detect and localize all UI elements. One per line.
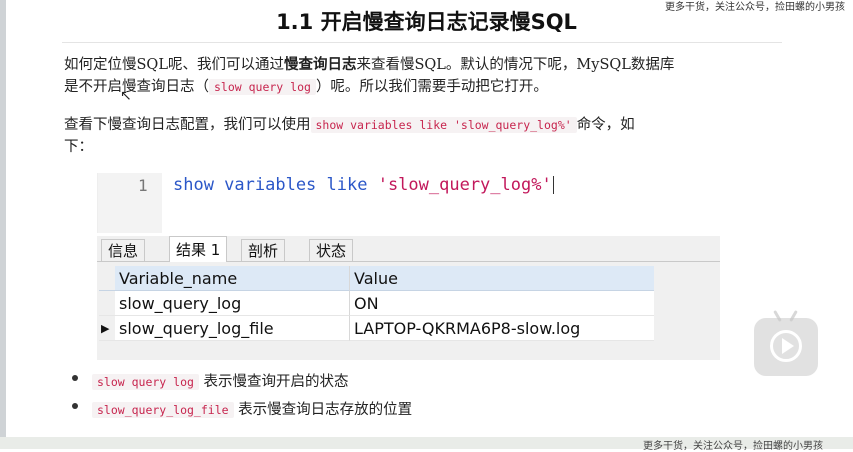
cell-variable-name[interactable]: slow_query_log xyxy=(115,291,350,316)
title-divider xyxy=(62,42,782,43)
sql-keywords: show variables like xyxy=(173,175,378,195)
tab-result-1[interactable]: 结果 1 xyxy=(169,236,228,262)
config-line-2: 下： xyxy=(64,139,93,155)
row-marker-header xyxy=(99,266,115,291)
editor-gutter xyxy=(98,173,162,233)
text-caret xyxy=(552,176,554,194)
intro-bold: 慢查询日志 xyxy=(283,56,357,73)
inline-code-show-variables: show variables like 'slow_query_log%' xyxy=(310,117,577,133)
watermark-top: 更多干货，关注公众号，捡田螺的小男孩 xyxy=(665,2,845,13)
list-item: slow query log 表示慢查询开启的状态 xyxy=(72,370,672,394)
column-header-value[interactable]: Value xyxy=(350,266,654,291)
bullet-content: slow query log 表示慢查询开启的状态 xyxy=(92,370,349,391)
cell-variable-name[interactable]: slow_query_log_file xyxy=(115,316,350,341)
intro-text-c: 是不开启慢查询日志（ xyxy=(64,79,209,95)
play-ear-left xyxy=(773,310,782,322)
config-text-a: 查看下慢查询日志配置，我们可以使用 xyxy=(64,117,311,133)
tab-status[interactable]: 状态 xyxy=(309,239,354,261)
left-edge-strip xyxy=(0,0,6,449)
config-paragraph: 查看下慢查询日志配置，我们可以使用 show variables like 'sl… xyxy=(64,114,764,158)
bullet-dot-icon xyxy=(72,403,78,409)
tab-info[interactable]: 信息 xyxy=(101,239,146,261)
results-panel: 信息 结果 1 剖析 状态 Variable_name Value slow_q… xyxy=(97,236,720,360)
row-marker xyxy=(99,291,115,316)
sql-string: 'slow_query_log%' xyxy=(377,175,552,195)
play-ear-right xyxy=(789,310,798,322)
current-row-marker-icon: ▶ xyxy=(99,316,115,341)
config-line-1: 查看下慢查询日志配置，我们可以使用 show variables like 'sl… xyxy=(64,114,764,136)
bilibili-play-icon[interactable] xyxy=(754,310,818,376)
cell-value[interactable]: ON xyxy=(350,291,654,316)
tab-profile[interactable]: 剖析 xyxy=(241,239,286,261)
config-text-b: 命令，如 xyxy=(576,117,635,133)
intro-text-a: 如何定位慢SQL呢、我们可以通过 xyxy=(64,57,284,73)
intro-line-2: 是不开启慢查询日志（ slow query log ）呢。所以我们需要手动把它打开。 xyxy=(64,76,764,98)
bullet-code: slow_query_log_file xyxy=(92,402,234,418)
watermark-bottom: 更多干货，关注公众号，捡田螺的小男孩 xyxy=(643,441,823,452)
sql-line[interactable]: show variables like 'slow_query_log%' xyxy=(173,175,554,195)
bullet-content: slow_query_log_file 表示慢查询日志存放的位置 xyxy=(92,398,412,419)
inline-code-slow-query-log: slow query log xyxy=(209,79,316,95)
intro-paragraph: 如何定位慢SQL呢、我们可以通过慢查询日志来查看慢SQL。默认的情况下呢，MyS… xyxy=(64,54,764,98)
grid-header-row: Variable_name Value xyxy=(99,266,654,291)
bullet-dot-icon xyxy=(72,375,78,381)
bullet-text: 表示慢查询日志存放的位置 xyxy=(238,402,413,418)
bullet-text: 表示慢查询开启的状态 xyxy=(203,374,349,390)
sql-editor[interactable]: 1 show variables like 'slow_query_log%' xyxy=(97,173,721,233)
list-item: slow_query_log_file 表示慢查询日志存放的位置 xyxy=(72,398,672,422)
line-number: 1 xyxy=(138,176,148,195)
intro-line-1: 如何定位慢SQL呢、我们可以通过慢查询日志来查看慢SQL。默认的情况下呢，MyS… xyxy=(64,54,764,76)
play-triangle-icon xyxy=(782,338,794,354)
intro-text-b: 来查看慢SQL。默认的情况下呢，MySQL数据库 xyxy=(356,57,675,73)
column-header-variable-name[interactable]: Variable_name xyxy=(115,266,350,291)
table-row[interactable]: ▶ slow_query_log_file LAPTOP-QKRMA6P8-sl… xyxy=(99,316,654,341)
bullet-code: slow query log xyxy=(92,374,199,390)
result-tabs: 信息 结果 1 剖析 状态 xyxy=(97,236,720,262)
cell-value[interactable]: LAPTOP-QKRMA6P8-slow.log xyxy=(350,316,654,341)
intro-text-d: ）呢。所以我们需要手动把它打开。 xyxy=(315,79,548,95)
table-row[interactable]: slow_query_log ON xyxy=(99,291,654,316)
mouse-pointer-icon: ↖ xyxy=(120,88,132,104)
